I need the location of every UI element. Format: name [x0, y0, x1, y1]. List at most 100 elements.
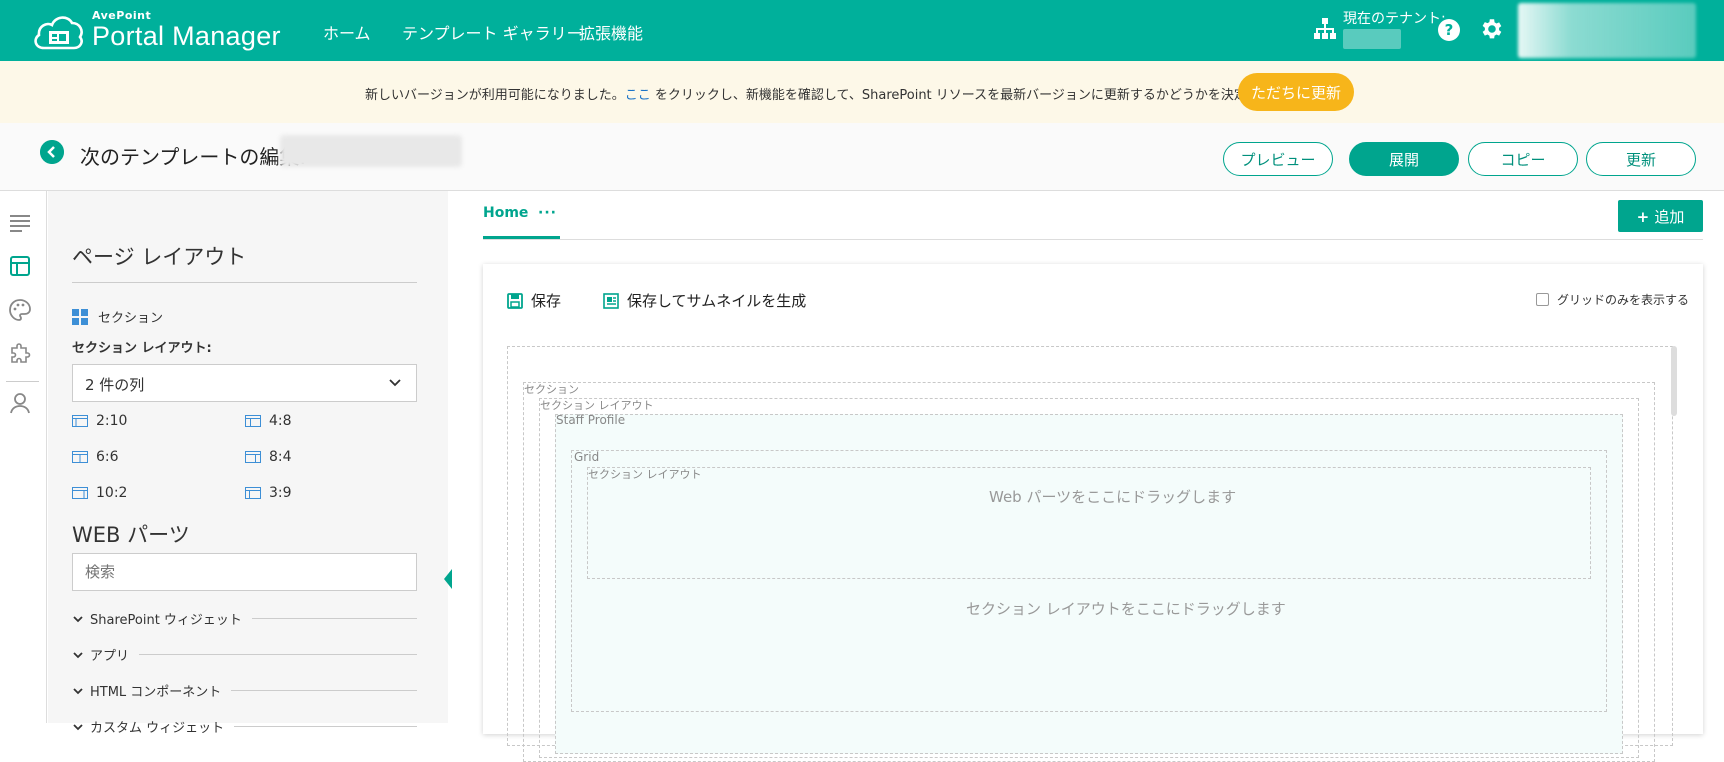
chevron-down-icon [73, 723, 83, 730]
rail-divider [6, 381, 39, 382]
banner-text-after: をクリックし、新機能を確認して、SharePoint リソースを最新バージョンに… [650, 88, 1338, 103]
canvas-scrollbar[interactable] [1671, 346, 1677, 416]
grid-only-checkbox[interactable] [1536, 293, 1549, 306]
puzzle-icon[interactable] [8, 342, 32, 366]
group-apps[interactable]: アプリ [72, 645, 417, 664]
copy-button[interactable]: コピー [1468, 142, 1578, 176]
top-bar: AvePoint Portal Manager ホーム テンプレート ギャラリー… [0, 0, 1724, 61]
group-label: SharePoint ウィジェット [90, 613, 242, 628]
layout-option-label: 4:8 [269, 413, 292, 429]
layout-option-label: 8:4 [269, 449, 292, 465]
drop-section-layout-hint: セクション レイアウトをここにドラッグします [966, 600, 1286, 618]
help-icon[interactable]: ? [1437, 18, 1461, 42]
save-icon [507, 292, 523, 309]
group-divider [139, 654, 417, 655]
column-count-select[interactable]: 2 件の列 [72, 364, 417, 402]
banner-text-before: 新しいバージョンが利用可能になりました。 [365, 88, 625, 103]
collapse-panel-icon[interactable] [440, 569, 452, 589]
tab-home[interactable]: Home [483, 205, 528, 221]
layout-option-6-6[interactable]: 6:6 [72, 449, 119, 465]
add-label: 追加 [1654, 207, 1685, 226]
layout-option-10-2[interactable]: 10:2 [72, 485, 127, 501]
layout-option-label: 3:9 [269, 485, 292, 501]
layout-option-label: 10:2 [96, 485, 128, 501]
plus-icon: + [1636, 207, 1655, 226]
section-layout-label: セクション レイアウト: [72, 341, 212, 356]
tenant-label: 現在のテナント: [1343, 11, 1446, 27]
group-html-components[interactable]: HTML コンポーネント [72, 681, 417, 700]
page-title: 次のテンプレートの編集: [80, 145, 307, 169]
palette-icon[interactable] [8, 298, 32, 322]
group-custom-widgets[interactable]: カスタム ウィジェット [72, 717, 417, 736]
save-label: 保存 [531, 292, 562, 310]
portal-manager-logo[interactable]: AvePoint Portal Manager [30, 6, 300, 54]
save-thumbnail-label: 保存してサムネイルを生成 [627, 292, 807, 310]
group-divider [231, 690, 417, 691]
grid-only-toggle[interactable]: グリッドのみを表示する [1536, 291, 1689, 308]
nav-home[interactable]: ホーム [323, 20, 371, 44]
user-account[interactable] [1518, 3, 1696, 58]
page-canvas: 保存 保存してサムネイルを生成 グリッドのみを表示する セクション セクション … [483, 264, 1703, 762]
layout-icon [245, 415, 261, 427]
section-grid-icon [72, 308, 88, 325]
section-layout-zone-label: セクション レイアウト [540, 399, 654, 412]
tenant-value[interactable] [1343, 29, 1401, 49]
group-divider [234, 726, 417, 727]
layout-icon [245, 451, 261, 463]
layout-option-8-4[interactable]: 8:4 [245, 449, 292, 465]
banner-link[interactable]: ここ [625, 88, 651, 103]
layout-option-3-9[interactable]: 3:9 [245, 485, 292, 501]
gear-icon[interactable] [1478, 16, 1504, 42]
nav-template-gallery[interactable]: テンプレート ギャラリー [402, 20, 583, 44]
org-chart-icon [1314, 18, 1336, 39]
template-name [280, 135, 462, 167]
inner-section-layout-zone[interactable] [587, 467, 1591, 579]
chevron-down-icon [73, 687, 83, 694]
section-zone-label: セクション [524, 383, 579, 396]
group-label: アプリ [90, 649, 130, 664]
save-thumbnail-tool[interactable]: 保存してサムネイルを生成 [603, 290, 806, 311]
update-button[interactable]: 更新 [1586, 142, 1696, 176]
chevron-down-icon [389, 379, 401, 387]
save-tool[interactable]: 保存 [507, 290, 561, 311]
layout-icon[interactable] [8, 254, 32, 278]
menu-lines-icon[interactable] [8, 211, 32, 235]
group-sharepoint-widgets[interactable]: SharePoint ウィジェット [72, 609, 417, 628]
layout-option-4-8[interactable]: 4:8 [245, 413, 292, 429]
select-value: 2 件の列 [85, 376, 145, 394]
more-options-icon[interactable]: ··· [538, 205, 557, 221]
deploy-button[interactable]: 展開 [1349, 142, 1459, 176]
layout-option-label: 2:10 [96, 413, 128, 429]
group-divider [251, 618, 417, 619]
layout-option-label: 6:6 [96, 449, 119, 465]
add-page-button[interactable]: + 追加 [1618, 200, 1703, 232]
group-label: HTML コンポーネント [90, 685, 222, 700]
inner-section-layout-label: セクション レイアウト [588, 468, 702, 481]
banner-message: 新しいバージョンが利用可能になりました。ここ をクリックし、新機能を確認して、S… [365, 84, 1337, 103]
nav-extensions[interactable]: 拡張機能 [579, 20, 643, 44]
user-icon[interactable] [8, 391, 32, 415]
section-item[interactable]: セクション [72, 307, 163, 326]
update-now-button[interactable]: ただちに更新 [1238, 73, 1354, 111]
page-layout-panel: ページ レイアウト セクション セクション レイアウト: 2 件の列 2:10 … [48, 191, 448, 736]
group-label: カスタム ウィジェット [90, 721, 225, 736]
webparts-title: WEB パーツ [72, 523, 190, 547]
drop-webparts-hint: Web パーツをここにドラッグします [989, 488, 1237, 506]
back-icon[interactable] [40, 140, 64, 164]
layout-icon [245, 487, 261, 499]
icon-rail [0, 191, 47, 723]
panel-title: ページ レイアウト [72, 245, 247, 269]
chevron-down-icon [73, 615, 83, 622]
svg-text:?: ? [1445, 21, 1454, 39]
section-label: セクション [98, 311, 164, 326]
edit-header: 次のテンプレートの編集: プレビュー 展開 コピー 更新 [0, 123, 1724, 191]
layout-option-2-10[interactable]: 2:10 [72, 413, 127, 429]
webparts-search-input[interactable] [72, 553, 417, 591]
update-banner: 新しいバージョンが利用可能になりました。ここ をクリックし、新機能を確認して、S… [0, 61, 1724, 123]
cloud-logo-icon [34, 16, 83, 50]
layout-icon [72, 487, 88, 499]
staff-profile-label: Staff Profile [556, 413, 626, 427]
chevron-down-icon [73, 651, 83, 658]
preview-button[interactable]: プレビュー [1223, 142, 1333, 176]
thumbnail-icon [603, 292, 619, 309]
